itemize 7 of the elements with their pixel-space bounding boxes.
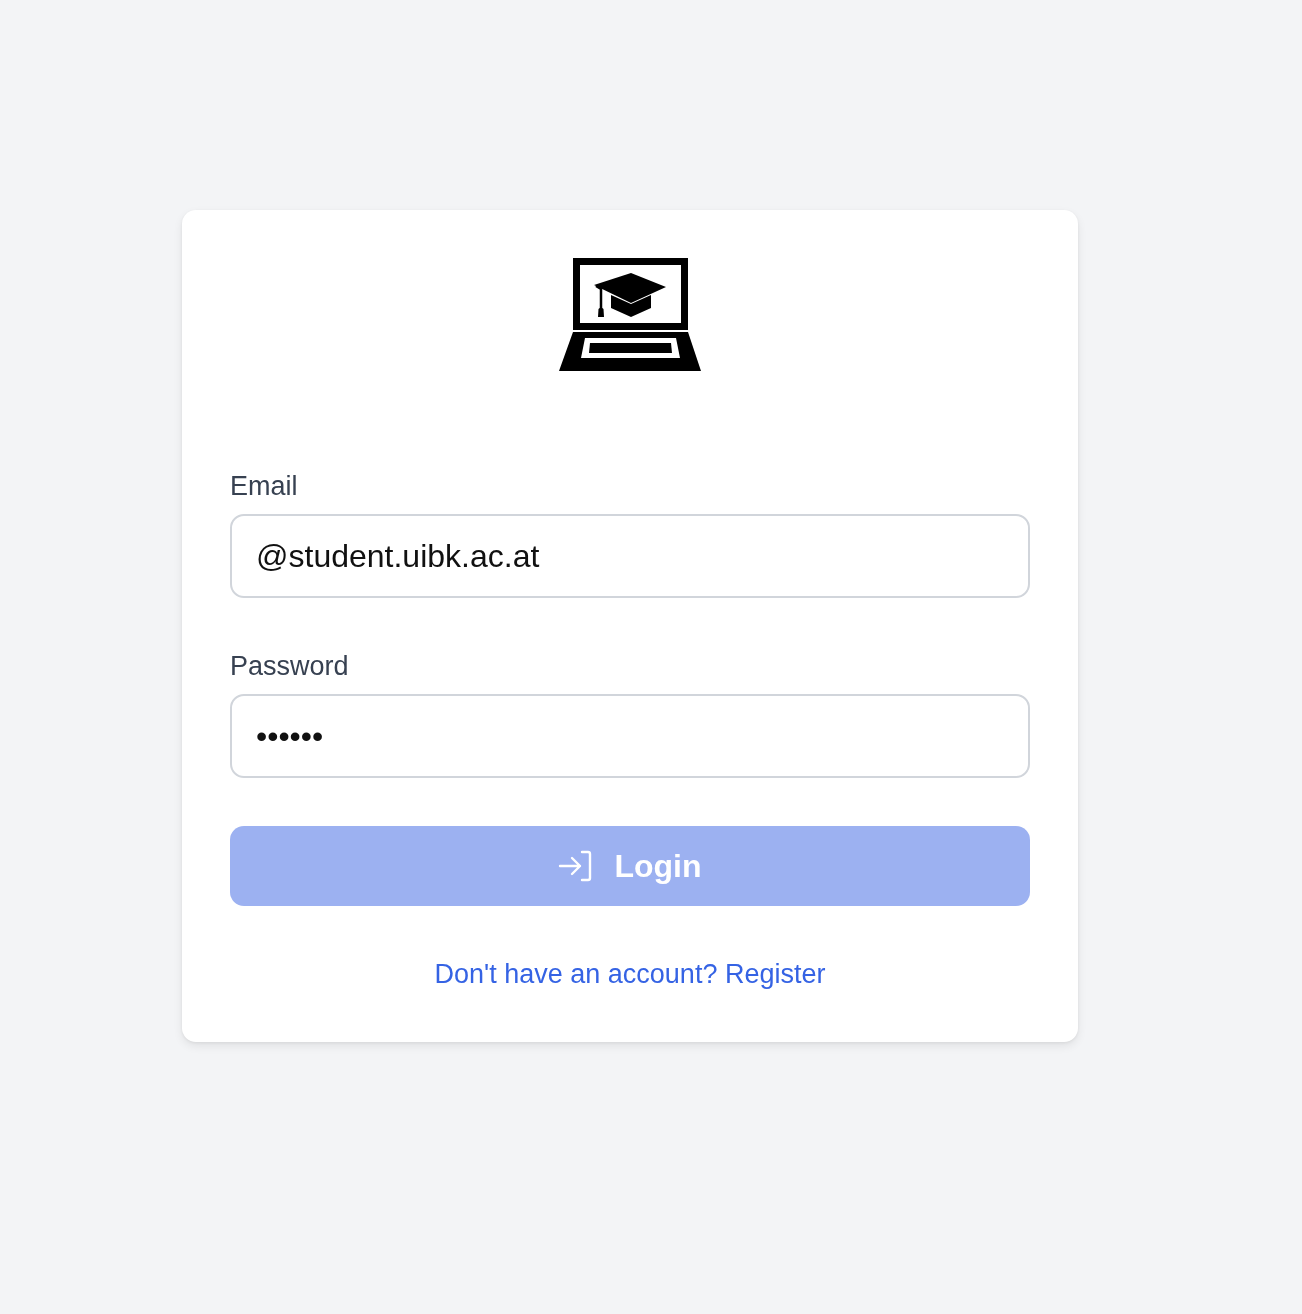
field-label: Password xyxy=(230,650,349,682)
register-link[interactable]: Don't have an account? Register xyxy=(434,958,826,990)
login-icon xyxy=(558,850,593,882)
field-label: Email xyxy=(230,470,298,502)
input-field[interactable]: @student.uibk.ac.at xyxy=(230,514,1030,598)
laptop-graduation-cap-icon xyxy=(559,258,701,371)
input-field[interactable]: •••••• xyxy=(230,694,1030,778)
